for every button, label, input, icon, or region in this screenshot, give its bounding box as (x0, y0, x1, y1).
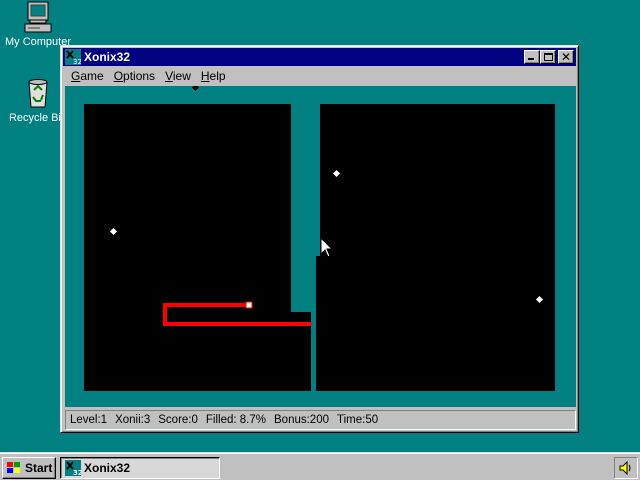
menu-bar: Game Options View Help (63, 66, 576, 86)
speaker-icon[interactable] (618, 460, 634, 476)
status-filled: Filled: 8.7% (205, 414, 266, 426)
menu-label-rest: iew (172, 69, 191, 83)
xonix-app-icon: 32 (65, 460, 81, 476)
taskbar: Start 32 Xonix32 (0, 452, 640, 480)
minimize-icon (528, 58, 534, 60)
recycle-bin-icon (28, 79, 48, 108)
start-button[interactable]: Start (2, 457, 56, 479)
menu-view[interactable]: View (161, 69, 195, 83)
close-button[interactable]: ✕ (558, 50, 574, 64)
taskbar-button-xonix32[interactable]: 32 Xonix32 (60, 457, 220, 479)
status-bar: Level:1 Xonii:3 Score:0 Filled: 8.7% Bon… (65, 410, 576, 430)
desktop-icon-my-computer[interactable]: My Computer (0, 0, 76, 48)
game-area[interactable] (65, 86, 576, 407)
border-enemy (191, 86, 200, 92)
game-field[interactable] (65, 86, 576, 407)
system-tray (614, 457, 638, 479)
minimize-button[interactable] (524, 50, 540, 64)
unfilled-region-right-notch (316, 256, 320, 391)
svg-text:32: 32 (73, 469, 81, 476)
computer-icon (24, 1, 52, 33)
title-bar[interactable]: 32 Xonix32 ✕ (63, 48, 576, 66)
status-score: Score:0 (158, 414, 198, 426)
maximize-icon (543, 53, 553, 61)
menu-help[interactable]: Help (197, 69, 230, 83)
xonix-window: 32 Xonix32 ✕ Game Options View Help Leve… (60, 45, 579, 433)
unfilled-region-left (84, 104, 291, 391)
window-title: Xonix32 (84, 50, 131, 64)
start-label: Start (25, 461, 53, 475)
unfilled-region-right (320, 104, 555, 391)
menu-label-rest: ame (80, 69, 104, 83)
status-time: Time:50 (337, 414, 379, 426)
close-icon: ✕ (560, 50, 572, 64)
windows-logo-icon (7, 462, 20, 473)
taskbar-button-label: Xonix32 (84, 461, 131, 475)
xonix-app-icon: 32 (65, 49, 81, 65)
menu-label-rest: elp (209, 69, 226, 83)
menu-options[interactable]: Options (110, 69, 159, 83)
maximize-button[interactable] (540, 50, 556, 64)
menu-accel: H (200, 69, 210, 83)
svg-text:32: 32 (73, 58, 81, 65)
menu-game[interactable]: Game (67, 69, 108, 83)
menu-accel: O (113, 69, 124, 83)
status-xonii: Xonii:3 (115, 414, 151, 426)
menu-accel: V (165, 69, 173, 83)
status-bonus: Bonus:200 (274, 414, 329, 426)
menu-accel: G (71, 69, 81, 83)
player-marker (245, 301, 253, 309)
status-level: Level:1 (70, 414, 108, 426)
menu-label-rest: ptions (123, 69, 156, 83)
